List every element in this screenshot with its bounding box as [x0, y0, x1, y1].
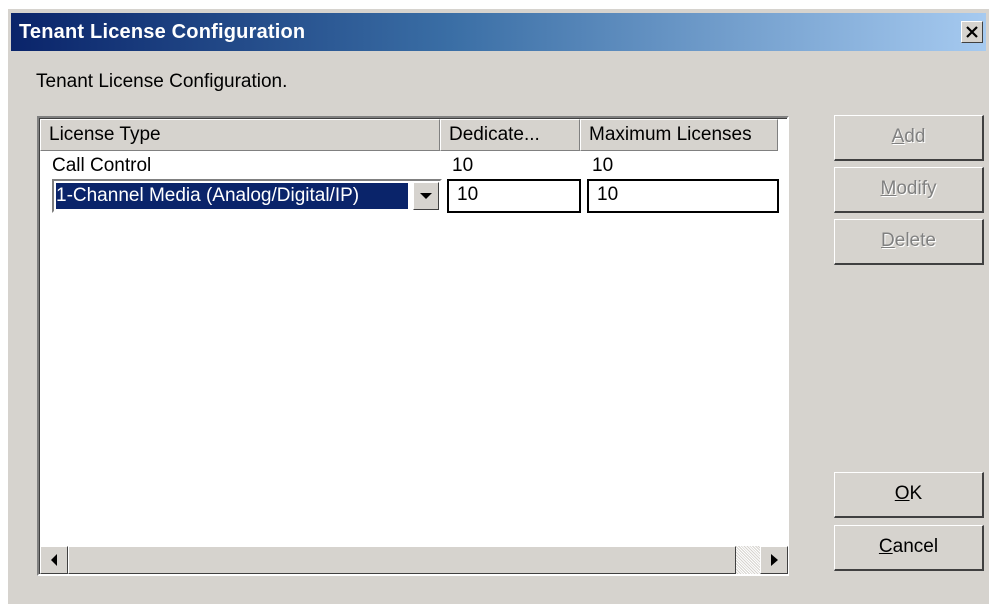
license-type-combobox[interactable]: 1-Channel Media (Analog/Digital/IP)	[52, 179, 442, 213]
cell-license-type: Call Control	[52, 155, 152, 176]
column-header-maximum[interactable]: Maximum Licenses	[580, 119, 778, 151]
ok-button[interactable]: OK	[834, 472, 984, 518]
scroll-left-button[interactable]	[40, 546, 68, 574]
description-text: Tenant License Configuration.	[36, 71, 288, 92]
table-row[interactable]: Call Control 10 10	[40, 153, 787, 179]
maximum-input[interactable]: 10	[587, 179, 779, 213]
scroll-thumb[interactable]	[68, 546, 736, 574]
cancel-button[interactable]: Cancel	[834, 525, 984, 571]
column-header-dedicated[interactable]: Dedicate...	[440, 119, 580, 151]
list-header: License Type Dedicate... Maximum License…	[40, 119, 787, 151]
title-bar: Tenant License Configuration	[11, 13, 986, 51]
add-button[interactable]: Add	[834, 115, 984, 161]
license-type-selected: 1-Channel Media (Analog/Digital/IP)	[56, 183, 408, 209]
horizontal-scrollbar[interactable]	[40, 546, 788, 574]
license-list[interactable]: License Type Dedicate... Maximum License…	[37, 116, 789, 576]
arrow-left-icon	[50, 554, 57, 566]
window-title: Tenant License Configuration	[19, 21, 306, 43]
modify-button[interactable]: Modify	[834, 167, 984, 213]
scroll-right-button[interactable]	[760, 546, 788, 574]
delete-button[interactable]: Delete	[834, 219, 984, 265]
dedicated-input[interactable]: 10	[447, 179, 581, 213]
column-header-license-type[interactable]: License Type	[40, 119, 440, 151]
arrow-right-icon	[770, 554, 778, 566]
scroll-track[interactable]	[736, 546, 760, 574]
close-button[interactable]	[961, 21, 983, 43]
close-icon	[966, 26, 978, 38]
cell-maximum: 10	[592, 155, 614, 176]
combo-dropdown-button[interactable]	[413, 182, 439, 210]
cell-dedicated: 10	[452, 155, 474, 176]
dialog-window: Tenant License Configuration Tenant Lice…	[7, 8, 989, 604]
chevron-down-icon	[420, 192, 432, 199]
